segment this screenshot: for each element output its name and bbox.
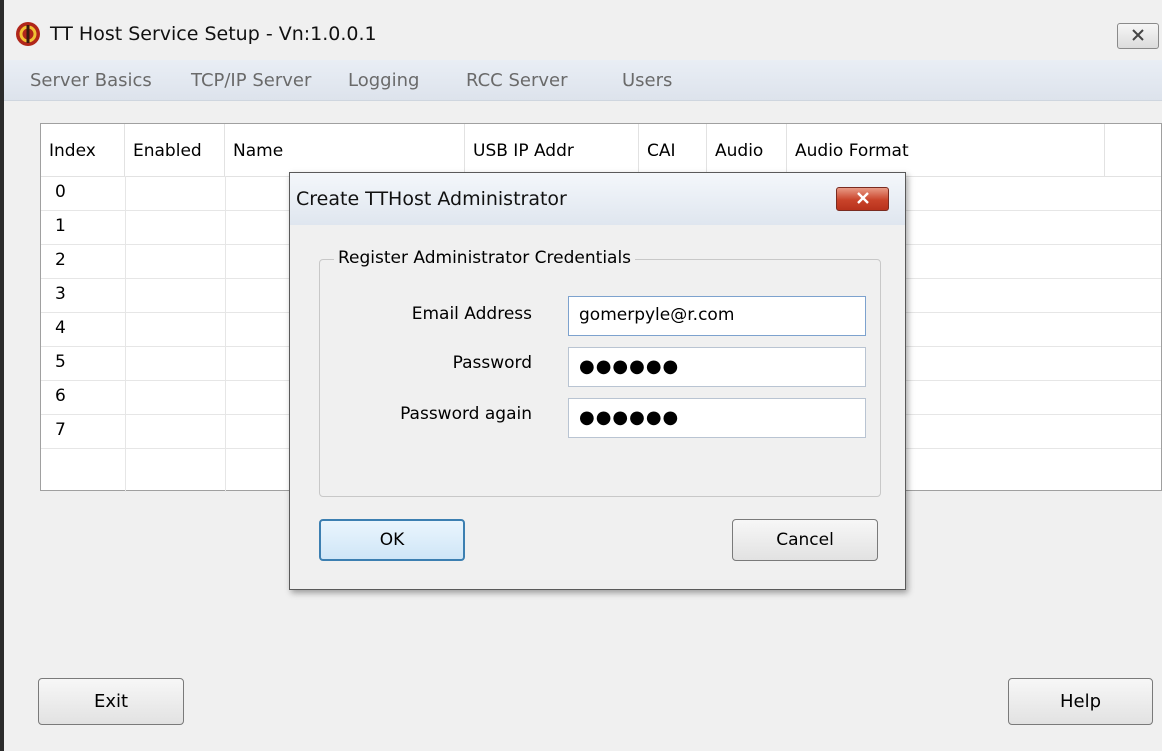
- title-bar[interactable]: TT Host Service Setup - Vn:1.0.0.1: [4, 0, 1162, 58]
- column-audio-format[interactable]: Audio Format: [787, 124, 1105, 176]
- app-logo-icon: [15, 21, 41, 47]
- credentials-group: Register Administrator Credentials Email…: [319, 248, 881, 497]
- menu-logging[interactable]: Logging: [348, 70, 419, 91]
- exit-button[interactable]: Exit: [38, 678, 184, 725]
- row-index: 3: [55, 284, 66, 304]
- menu-server-basics[interactable]: Server Basics: [30, 70, 152, 91]
- menu-users[interactable]: Users: [622, 70, 672, 91]
- window-title: TT Host Service Setup - Vn:1.0.0.1: [50, 23, 377, 45]
- email-field[interactable]: gomerpyle@r.com: [568, 296, 866, 336]
- close-icon: [856, 189, 870, 209]
- close-icon: [1131, 26, 1145, 46]
- dialog-body: Register Administrator Credentials Email…: [299, 225, 896, 580]
- row-index: 6: [55, 386, 66, 406]
- column-name[interactable]: Name: [225, 124, 465, 176]
- help-button[interactable]: Help: [1008, 678, 1153, 725]
- password-label: Password: [452, 353, 532, 373]
- column-audio[interactable]: Audio: [707, 124, 787, 176]
- password-again-field[interactable]: ●●●●●●: [568, 398, 866, 438]
- row-index: 1: [55, 216, 66, 236]
- dialog-title-bar[interactable]: Create TTHost Administrator: [290, 173, 905, 225]
- row-index: 4: [55, 318, 66, 338]
- password-field[interactable]: ●●●●●●: [568, 347, 866, 387]
- row-index: 2: [55, 250, 66, 270]
- window-close-button[interactable]: [1117, 23, 1159, 49]
- menu-rcc-server[interactable]: RCC Server: [466, 70, 568, 91]
- email-label: Email Address: [411, 304, 532, 324]
- column-usb-ip-addr[interactable]: USB IP Addr: [465, 124, 639, 176]
- ok-button[interactable]: OK: [319, 519, 465, 561]
- column-enabled[interactable]: Enabled: [125, 124, 225, 176]
- menu-bar: Server Basics TCP/IP Server Logging RCC …: [4, 60, 1162, 101]
- column-cai[interactable]: CAI: [639, 124, 707, 176]
- credentials-group-title: Register Administrator Credentials: [334, 248, 636, 268]
- main-window: TT Host Service Setup - Vn:1.0.0.1 Serve…: [0, 0, 1162, 751]
- dialog-title: Create TTHost Administrator: [296, 188, 567, 210]
- row-index: 5: [55, 352, 66, 372]
- password-again-label: Password again: [400, 404, 532, 424]
- row-index: 0: [55, 182, 66, 202]
- dialog-close-button[interactable]: [836, 187, 889, 211]
- column-index[interactable]: Index: [41, 124, 125, 176]
- cancel-button[interactable]: Cancel: [732, 519, 878, 561]
- row-index: 7: [55, 420, 66, 440]
- table-header: Index Enabled Name USB IP Addr CAI Audio…: [41, 124, 1161, 177]
- create-admin-dialog: Create TTHost Administrator Register Adm…: [289, 172, 906, 590]
- menu-tcpip-server[interactable]: TCP/IP Server: [191, 70, 311, 91]
